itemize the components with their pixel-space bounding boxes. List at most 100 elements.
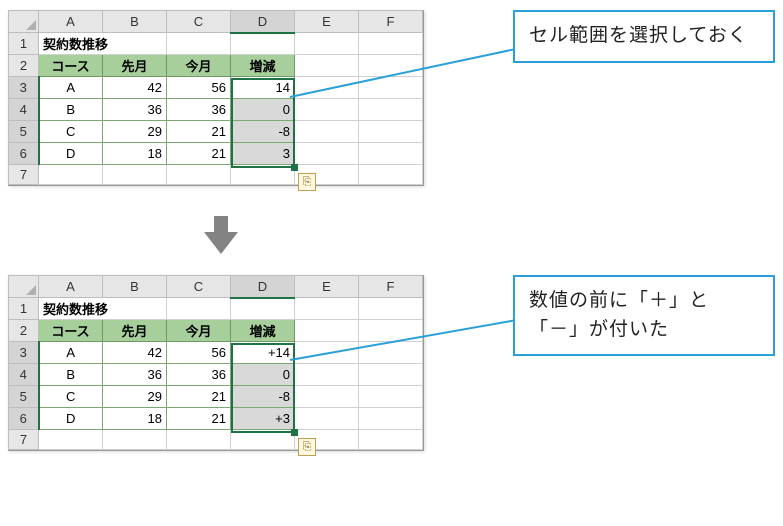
cell-diff[interactable]: -8 [231, 121, 295, 143]
row-head-1[interactable]: 1 [9, 33, 39, 55]
grid-after[interactable]: A B C D E F 1 契約数推移 2 コース 先月 今月 増減 [8, 275, 423, 450]
cell-curr[interactable]: 21 [167, 143, 231, 165]
row-head-4[interactable]: 4 [9, 364, 39, 386]
cell[interactable] [359, 165, 423, 185]
cell[interactable] [39, 430, 103, 450]
header-course[interactable]: コース [39, 320, 103, 342]
cell[interactable] [359, 430, 423, 450]
header-curr[interactable]: 今月 [167, 320, 231, 342]
row-head-6[interactable]: 6 [9, 408, 39, 430]
cell-curr[interactable]: 36 [167, 99, 231, 121]
cell-title[interactable]: 契約数推移 [39, 33, 167, 55]
header-diff[interactable]: 増減 [231, 320, 295, 342]
col-head-F[interactable]: F [359, 11, 423, 33]
cell[interactable] [39, 165, 103, 185]
cell[interactable] [167, 298, 231, 320]
header-course[interactable]: コース [39, 55, 103, 77]
cell[interactable] [167, 33, 231, 55]
grid-before[interactable]: A B C D E F 1 契約数推移 2 コース 先月 今月 増減 [8, 10, 423, 185]
col-head-F[interactable]: F [359, 276, 423, 298]
cell-diff[interactable]: -8 [231, 386, 295, 408]
row-head-7[interactable]: 7 [9, 430, 39, 450]
cell-curr[interactable]: 21 [167, 386, 231, 408]
cell[interactable] [295, 143, 359, 165]
cell-curr[interactable]: 56 [167, 77, 231, 99]
cell-diff[interactable]: +3 [231, 408, 295, 430]
cell-course[interactable]: A [39, 342, 103, 364]
cell-prev[interactable]: 29 [103, 121, 167, 143]
row-head-3[interactable]: 3 [9, 342, 39, 364]
cell[interactable] [359, 298, 423, 320]
cell-prev[interactable]: 29 [103, 386, 167, 408]
cell[interactable] [295, 408, 359, 430]
row-head-5[interactable]: 5 [9, 121, 39, 143]
cell[interactable] [231, 165, 295, 185]
quick-analysis-icon[interactable]: ⎘ [298, 438, 316, 456]
cell[interactable] [359, 33, 423, 55]
row-head-1[interactable]: 1 [9, 298, 39, 320]
row-head-2[interactable]: 2 [9, 55, 39, 77]
cell[interactable] [295, 55, 359, 77]
cell[interactable] [231, 298, 295, 320]
cell-course[interactable]: C [39, 121, 103, 143]
row-head-5[interactable]: 5 [9, 386, 39, 408]
col-head-E[interactable]: E [295, 11, 359, 33]
cell[interactable] [295, 121, 359, 143]
header-prev[interactable]: 先月 [103, 320, 167, 342]
cell[interactable] [295, 320, 359, 342]
header-curr[interactable]: 今月 [167, 55, 231, 77]
col-head-B[interactable]: B [103, 276, 167, 298]
col-head-D[interactable]: D [231, 276, 295, 298]
cell[interactable] [359, 121, 423, 143]
cell-diff[interactable]: 3 [231, 143, 295, 165]
select-all-corner[interactable] [9, 276, 39, 298]
select-all-corner[interactable] [9, 11, 39, 33]
cell-prev[interactable]: 36 [103, 364, 167, 386]
cell[interactable] [359, 55, 423, 77]
cell[interactable] [295, 298, 359, 320]
quick-analysis-icon[interactable]: ⎘ [298, 173, 316, 191]
header-prev[interactable]: 先月 [103, 55, 167, 77]
cell-curr[interactable]: 36 [167, 364, 231, 386]
cell-diff-active[interactable]: +14 [231, 342, 295, 364]
cell-prev[interactable]: 18 [103, 408, 167, 430]
cell-course[interactable]: D [39, 408, 103, 430]
row-head-4[interactable]: 4 [9, 99, 39, 121]
cell-course[interactable]: D [39, 143, 103, 165]
cell-prev[interactable]: 36 [103, 99, 167, 121]
cell[interactable] [103, 165, 167, 185]
cell[interactable] [359, 408, 423, 430]
cell[interactable] [231, 430, 295, 450]
cell-diff[interactable]: 0 [231, 364, 295, 386]
cell-course[interactable]: B [39, 99, 103, 121]
cell[interactable] [167, 165, 231, 185]
row-head-7[interactable]: 7 [9, 165, 39, 185]
spreadsheet-before[interactable]: A B C D E F 1 契約数推移 2 コース 先月 今月 増減 [8, 10, 424, 186]
header-diff[interactable]: 増減 [231, 55, 295, 77]
col-head-A[interactable]: A [39, 11, 103, 33]
cell-curr[interactable]: 21 [167, 121, 231, 143]
cell-prev[interactable]: 42 [103, 77, 167, 99]
col-head-D[interactable]: D [231, 11, 295, 33]
cell[interactable] [359, 386, 423, 408]
cell[interactable] [359, 143, 423, 165]
cell[interactable] [167, 430, 231, 450]
cell-course[interactable]: C [39, 386, 103, 408]
cell[interactable] [359, 99, 423, 121]
cell-curr[interactable]: 21 [167, 408, 231, 430]
cell-course[interactable]: B [39, 364, 103, 386]
col-head-B[interactable]: B [103, 11, 167, 33]
row-head-2[interactable]: 2 [9, 320, 39, 342]
cell[interactable] [295, 33, 359, 55]
row-head-6[interactable]: 6 [9, 143, 39, 165]
cell-course[interactable]: A [39, 77, 103, 99]
cell-title[interactable]: 契約数推移 [39, 298, 167, 320]
cell[interactable] [295, 364, 359, 386]
cell[interactable] [295, 386, 359, 408]
cell-curr[interactable]: 56 [167, 342, 231, 364]
cell[interactable] [231, 33, 295, 55]
col-head-A[interactable]: A [39, 276, 103, 298]
cell-prev[interactable]: 18 [103, 143, 167, 165]
col-head-C[interactable]: C [167, 11, 231, 33]
spreadsheet-after[interactable]: A B C D E F 1 契約数推移 2 コース 先月 今月 増減 [8, 275, 424, 451]
